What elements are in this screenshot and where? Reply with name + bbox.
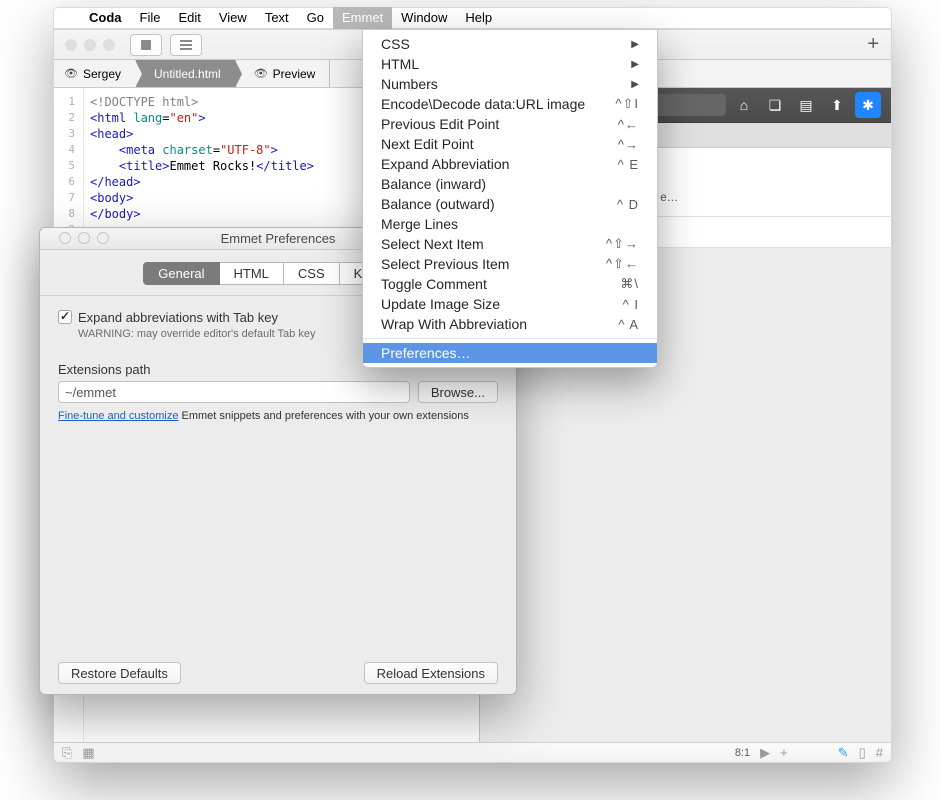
menu-expand-abbreviation[interactable]: Expand Abbreviation^ E xyxy=(363,154,657,174)
tab-html[interactable]: HTML xyxy=(220,262,284,285)
emmet-menu[interactable]: Emmet xyxy=(333,7,392,29)
panel-icon[interactable]: ▯ xyxy=(859,745,866,761)
prefs-zoom-icon[interactable] xyxy=(97,232,109,244)
upload-icon[interactable]: ⬆ xyxy=(824,92,850,118)
menu-numbers[interactable]: Numbers xyxy=(363,74,657,94)
menu-select-prev[interactable]: Select Previous Item^⇧← xyxy=(363,254,657,274)
menu-separator xyxy=(363,338,657,339)
fine-tune-link[interactable]: Fine-tune and customize xyxy=(58,410,178,422)
expand-tab-checkbox[interactable] xyxy=(58,310,72,324)
view-menu[interactable]: View xyxy=(210,8,256,28)
snippet-icon[interactable]: ✱ xyxy=(855,92,881,118)
feather-icon[interactable]: ✎ xyxy=(838,745,849,761)
tab-general[interactable]: General xyxy=(143,262,219,285)
restore-defaults-button[interactable]: Restore Defaults xyxy=(58,662,181,684)
expand-tab-label: Expand abbreviations with Tab key xyxy=(78,310,315,325)
extensions-path-input[interactable]: ~/emmet xyxy=(58,381,410,403)
system-menubar: Coda File Edit View Text Go Emmet Window… xyxy=(53,7,892,29)
status-icon-2[interactable]: ▦ xyxy=(82,745,94,761)
tab-css[interactable]: CSS xyxy=(284,262,340,285)
minimize-dot-icon[interactable] xyxy=(84,39,96,51)
play-icon[interactable]: ▶ xyxy=(760,745,770,761)
zoom-dot-icon[interactable] xyxy=(103,39,115,51)
menu-html[interactable]: HTML xyxy=(363,54,657,74)
menu-wrap-abbreviation[interactable]: Wrap With Abbreviation^ A xyxy=(363,314,657,334)
prefs-title: Emmet Preferences xyxy=(221,231,336,246)
view-square-toggle[interactable] xyxy=(130,34,162,56)
menu-select-next[interactable]: Select Next Item^⇧→ xyxy=(363,234,657,254)
crumb-preview[interactable]: Preview xyxy=(236,60,331,87)
hash-icon[interactable]: # xyxy=(876,745,883,760)
text-menu[interactable]: Text xyxy=(256,8,298,28)
expand-tab-warning: WARNING: may override editor's default T… xyxy=(78,328,315,340)
crumb-sergey[interactable]: Sergey xyxy=(54,60,136,87)
view-list-toggle[interactable] xyxy=(170,34,202,56)
menu-balance-outward[interactable]: Balance (outward)^ D xyxy=(363,194,657,214)
menu-balance-inward[interactable]: Balance (inward) xyxy=(363,174,657,194)
close-dot-icon[interactable] xyxy=(65,39,77,51)
help-menu[interactable]: Help xyxy=(456,8,501,28)
menu-update-image-size[interactable]: Update Image Size^ I xyxy=(363,294,657,314)
status-bar: ⎘ ▦ 8:1 ▶ + ✎ ▯ # xyxy=(54,742,891,762)
reload-extensions-button[interactable]: Reload Extensions xyxy=(364,662,498,684)
menu-toggle-comment[interactable]: Toggle Comment⌘\ xyxy=(363,274,657,294)
new-tab-button[interactable]: + xyxy=(867,33,879,56)
window-menu[interactable]: Window xyxy=(392,8,456,28)
menu-encode-decode[interactable]: Encode\Decode data:URL image^⇧I xyxy=(363,94,657,114)
cursor-position: 8:1 xyxy=(735,747,750,759)
copy-icon[interactable]: ❏ xyxy=(762,92,788,118)
app-menu[interactable]: Coda xyxy=(80,8,131,28)
file-menu[interactable]: File xyxy=(131,8,170,28)
browse-button[interactable]: Browse... xyxy=(418,381,498,403)
menu-prev-edit-point[interactable]: Previous Edit Point^← xyxy=(363,114,657,134)
prefs-close-icon[interactable] xyxy=(59,232,71,244)
help-text: Fine-tune and customize Emmet snippets a… xyxy=(58,409,498,424)
menu-next-edit-point[interactable]: Next Edit Point^→ xyxy=(363,134,657,154)
crumb-file[interactable]: Untitled.html xyxy=(136,60,236,87)
emmet-menu-dropdown: CSS HTML Numbers Encode\Decode data:URL … xyxy=(362,29,658,368)
window-controls[interactable] xyxy=(54,39,126,51)
menu-merge-lines[interactable]: Merge Lines xyxy=(363,214,657,234)
menu-css[interactable]: CSS xyxy=(363,34,657,54)
prefs-minimize-icon[interactable] xyxy=(78,232,90,244)
menu-preferences[interactable]: Preferences… xyxy=(363,343,657,363)
add-icon[interactable]: + xyxy=(780,745,788,760)
home-icon[interactable]: ⌂ xyxy=(731,92,757,118)
status-icon-1[interactable]: ⎘ xyxy=(62,745,72,761)
edit-menu[interactable]: Edit xyxy=(169,8,209,28)
book-icon[interactable]: ▤ xyxy=(793,92,819,118)
go-menu[interactable]: Go xyxy=(298,8,333,28)
